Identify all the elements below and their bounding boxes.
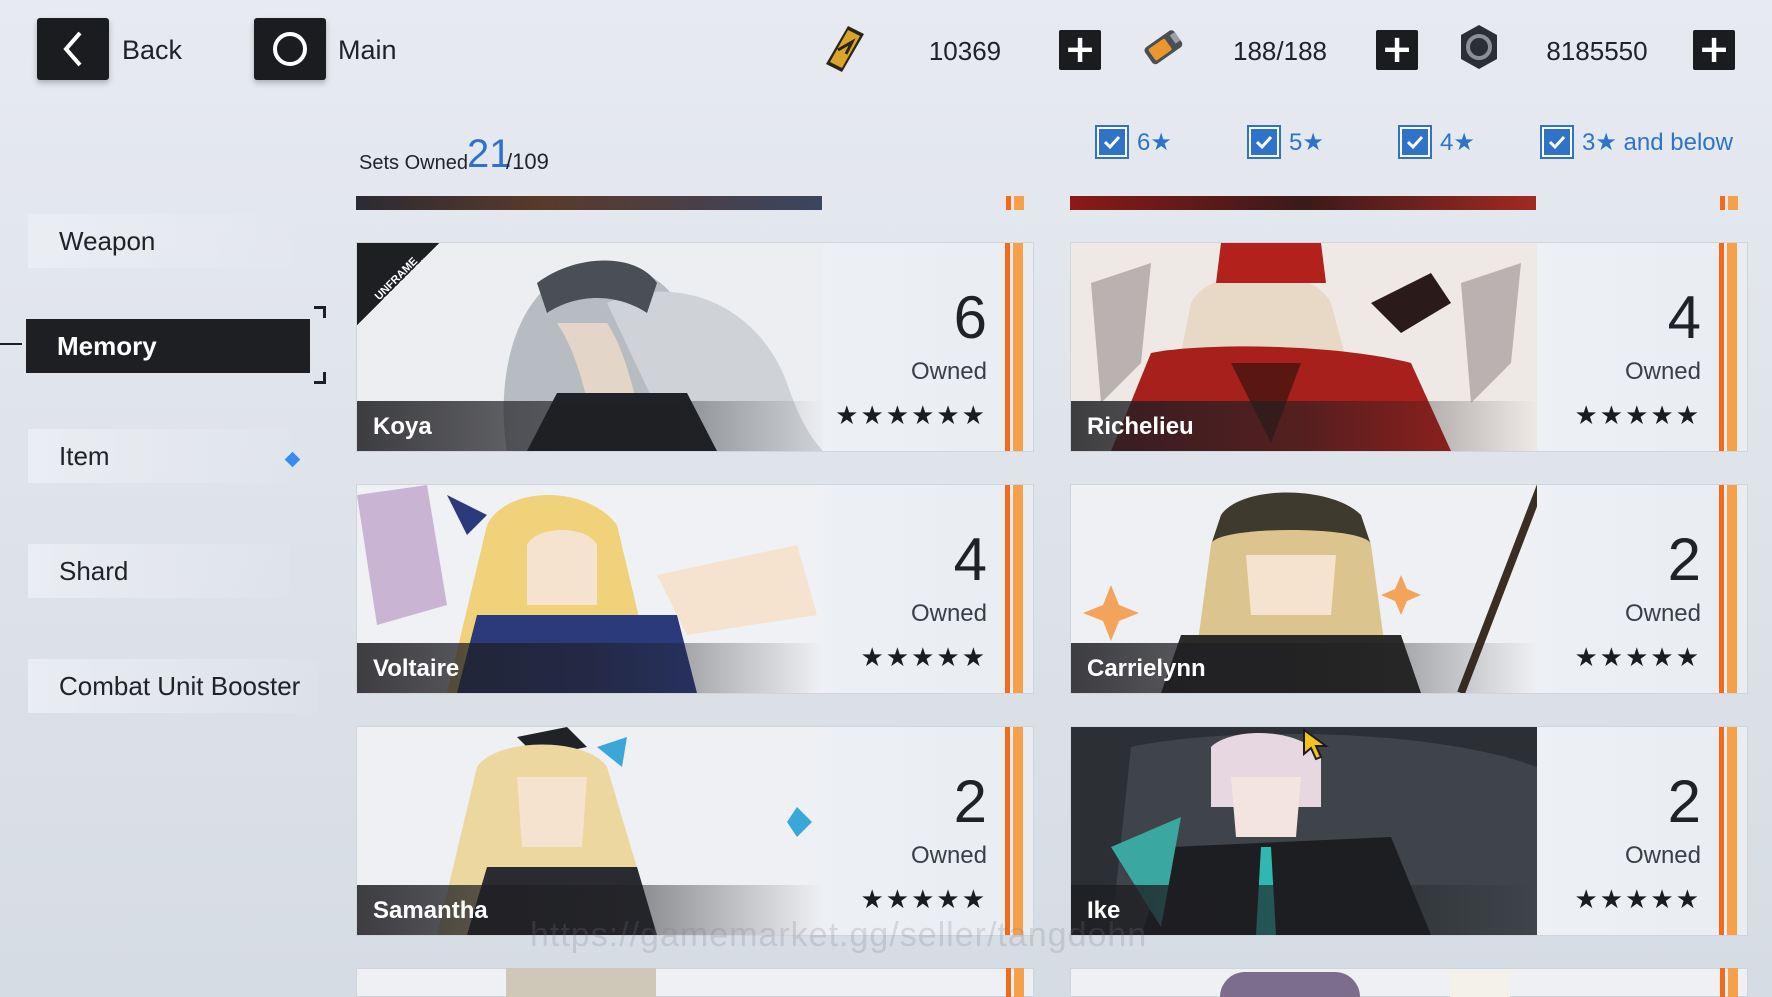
owned-count: 2 bbox=[1667, 768, 1701, 835]
selection-bracket bbox=[314, 306, 326, 318]
selection-bracket bbox=[314, 372, 326, 384]
rarity-stripe bbox=[1719, 243, 1737, 451]
card-partial-top bbox=[356, 196, 1034, 210]
owned-label: Owned bbox=[910, 358, 987, 385]
filter-label: 4★ bbox=[1440, 128, 1475, 156]
memory-card-ike[interactable]: Ike 2 Owned ★★★★★ bbox=[1070, 726, 1748, 936]
sidebar-item-label: Item bbox=[59, 441, 110, 471]
back-label[interactable]: Back bbox=[122, 35, 182, 66]
main-button[interactable] bbox=[254, 18, 326, 80]
rarity-stars: ★★★★★ bbox=[860, 643, 987, 673]
card-partial-bottom bbox=[1070, 968, 1748, 997]
battery-icon bbox=[1144, 30, 1183, 65]
sidebar-item-shard[interactable]: Shard bbox=[28, 544, 290, 598]
rarity-stars: ★★★★★ bbox=[1574, 885, 1701, 915]
memory-card-koya[interactable]: UNFRAME Koya 6 Owned ★★★★★★ bbox=[356, 242, 1034, 452]
gold-bar-icon bbox=[826, 26, 864, 72]
sidebar-item-label: Memory bbox=[57, 331, 157, 361]
owned-count: 4 bbox=[1667, 284, 1701, 351]
checkmark-icon bbox=[1548, 135, 1566, 150]
sidebar-item-label: Shard bbox=[59, 556, 129, 586]
memory-card-carrielynn[interactable]: Carrielynn 2 Owned ★★★★★ bbox=[1070, 484, 1748, 694]
card-character-name: Samantha bbox=[373, 897, 488, 924]
card-partial-top bbox=[1070, 196, 1748, 210]
add-gold-button[interactable]: + bbox=[1059, 30, 1101, 70]
owned-label: Owned bbox=[910, 600, 987, 627]
owned-label: Owned bbox=[910, 842, 987, 869]
filter-label: 6★ bbox=[1137, 128, 1172, 156]
owned-label: Owned bbox=[1624, 358, 1701, 385]
character-portrait: Richelieu bbox=[1071, 243, 1537, 451]
resource-value: 8185550 bbox=[1546, 36, 1648, 66]
rarity-stars: ★★★★★ bbox=[1574, 643, 1701, 673]
add-battery-button[interactable]: + bbox=[1376, 30, 1418, 70]
card-character-name: Koya bbox=[373, 413, 432, 440]
owned-count: 2 bbox=[1667, 526, 1701, 593]
sidebar-item-combat-unit-booster[interactable]: Combat Unit Booster bbox=[28, 659, 318, 713]
chevron-left-icon bbox=[63, 31, 82, 67]
filter-checkbox[interactable] bbox=[1540, 125, 1574, 159]
main-label[interactable]: Main bbox=[338, 35, 397, 66]
resource-value: 188/188 bbox=[1233, 36, 1327, 66]
rarity-stripe bbox=[1005, 485, 1023, 693]
owned-count: 2 bbox=[953, 768, 987, 835]
card-character-name: Richelieu bbox=[1087, 413, 1194, 440]
filter-3-star-and-below[interactable]: 3★ and below bbox=[1540, 124, 1733, 160]
sets-owned-value: 21 bbox=[467, 132, 512, 176]
filter-5-star[interactable]: 5★ bbox=[1247, 124, 1324, 160]
memory-card-samantha[interactable]: Samantha 2 Owned ★★★★★ bbox=[356, 726, 1034, 936]
rarity-stars: ★★★★★ bbox=[860, 885, 987, 915]
sidebar-item-label: Weapon bbox=[59, 226, 156, 256]
mouse-cursor-icon bbox=[1303, 728, 1330, 761]
rarity-stars: ★★★★★★ bbox=[835, 401, 987, 431]
sets-owned-label: Sets Owned bbox=[359, 152, 468, 174]
character-portrait: Samantha bbox=[357, 727, 823, 935]
resource-value: 10369 bbox=[928, 36, 1002, 66]
filter-label: 3★ and below bbox=[1582, 128, 1733, 156]
rarity-stripe bbox=[1005, 243, 1023, 451]
checkmark-icon bbox=[1255, 135, 1273, 150]
owned-count: 6 bbox=[953, 284, 987, 351]
rarity-stripe bbox=[1719, 727, 1737, 935]
memory-card-richelieu[interactable]: Richelieu 4 Owned ★★★★★ bbox=[1070, 242, 1748, 452]
card-character-name: Voltaire bbox=[373, 655, 460, 682]
checkmark-icon bbox=[1406, 135, 1424, 150]
owned-label: Owned bbox=[1624, 600, 1701, 627]
coin-icon bbox=[1461, 25, 1497, 69]
sidebar-item-label: Combat Unit Booster bbox=[59, 671, 301, 701]
home-circle-icon bbox=[273, 32, 307, 66]
filter-checkbox[interactable] bbox=[1398, 125, 1432, 159]
card-partial-bottom bbox=[356, 968, 1034, 997]
filter-checkbox[interactable] bbox=[1095, 125, 1129, 159]
character-portrait: UNFRAME Koya bbox=[357, 243, 823, 451]
checkmark-icon bbox=[1103, 135, 1121, 150]
sidebar-item-weapon[interactable]: Weapon bbox=[28, 214, 290, 268]
character-portrait: Voltaire bbox=[357, 485, 823, 693]
filter-6-star[interactable]: 6★ bbox=[1095, 124, 1172, 160]
watermark-text: https://gamemarket.gg/seller/tangdohn bbox=[530, 916, 1148, 954]
selection-indicator bbox=[0, 343, 22, 345]
back-button[interactable] bbox=[37, 18, 109, 80]
owned-label: Owned bbox=[1624, 842, 1701, 869]
top-bar: Back Main 10369 + 188/188 + 8185550 + bbox=[0, 0, 1772, 100]
sidebar-item-memory[interactable]: Memory bbox=[26, 319, 310, 373]
add-coin-button[interactable]: + bbox=[1693, 30, 1735, 70]
card-character-name: Carrielynn bbox=[1087, 655, 1206, 682]
memory-card-voltaire[interactable]: Voltaire 4 Owned ★★★★★ bbox=[356, 484, 1034, 694]
sidebar-item-item[interactable]: Item bbox=[28, 429, 290, 483]
sets-total-value: /109 bbox=[506, 149, 549, 174]
filter-label: 5★ bbox=[1289, 128, 1324, 156]
filter-checkbox[interactable] bbox=[1247, 125, 1281, 159]
rarity-stripe bbox=[1719, 485, 1737, 693]
rarity-stars: ★★★★★ bbox=[1574, 401, 1701, 431]
rarity-stripe bbox=[1005, 727, 1023, 935]
filter-4-star[interactable]: 4★ bbox=[1398, 124, 1475, 160]
character-portrait: Carrielynn bbox=[1071, 485, 1537, 693]
owned-count: 4 bbox=[953, 526, 987, 593]
